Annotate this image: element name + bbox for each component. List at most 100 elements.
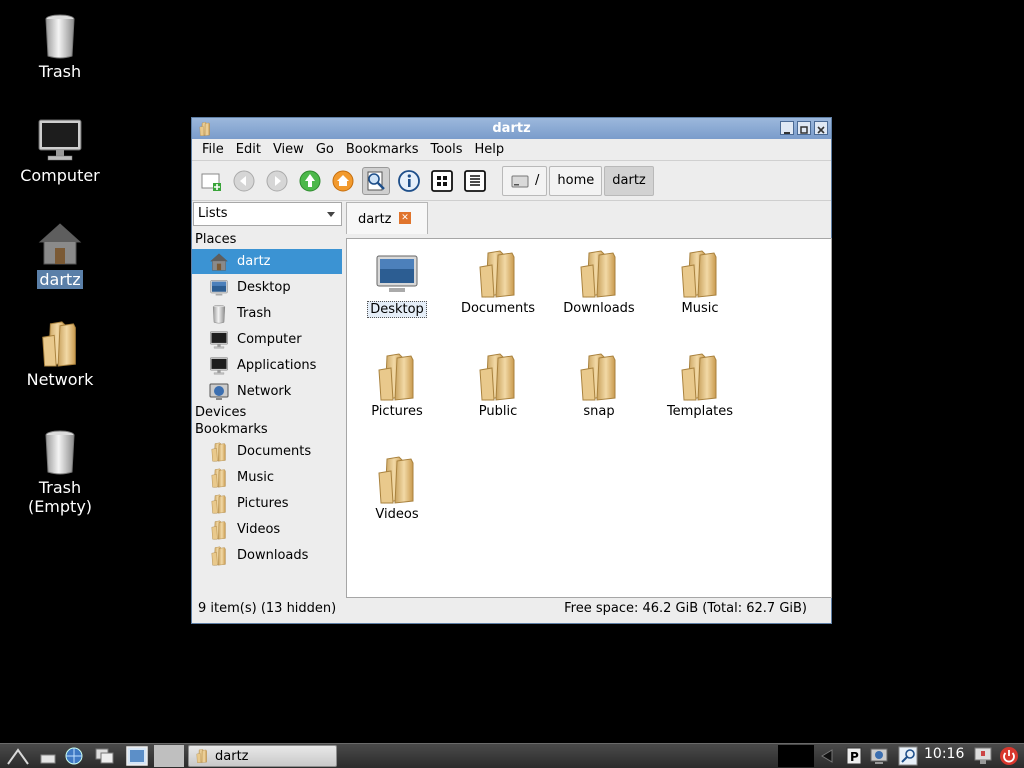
home-button[interactable] [329, 167, 357, 195]
menu-tools[interactable]: Tools [424, 142, 468, 157]
folder-icon [474, 249, 522, 299]
minimize-icon [784, 132, 790, 134]
menu-view[interactable]: View [267, 142, 310, 157]
file-item-public[interactable]: Public [448, 352, 548, 419]
sidebar-item-applications[interactable]: Applications [192, 353, 342, 378]
folder-icon [195, 748, 209, 764]
sidebar-item-label: Network [237, 384, 292, 399]
file-item-videos[interactable]: Videos [347, 455, 447, 522]
folder-icon [209, 442, 229, 462]
desktop-icon-label: Trash [38, 62, 82, 81]
drive-icon [511, 175, 529, 187]
sidebar-item-label: Music [237, 470, 274, 485]
path-button-dartz[interactable]: dartz [604, 165, 654, 196]
path-button-root[interactable]: / [502, 165, 548, 196]
monitor-lock-icon [974, 747, 992, 764]
menu-go[interactable]: Go [310, 142, 340, 157]
web-browser-launcher[interactable] [62, 745, 86, 767]
list-view-button[interactable] [461, 167, 489, 195]
tray-p-button[interactable]: P [844, 745, 864, 767]
sidebar-item-label: Videos [237, 522, 281, 537]
start-menu-button[interactable] [4, 745, 32, 767]
menu-bar: File Edit View Go Bookmarks Tools Help [192, 139, 831, 161]
sidebar-item-bookmark-videos[interactable]: Videos [192, 517, 342, 542]
sidebar-item-computer[interactable]: Computer [192, 327, 342, 352]
sidebar-item-desktop[interactable]: Desktop [192, 275, 342, 300]
workspace-pager[interactable] [154, 745, 184, 767]
search-button[interactable] [362, 166, 390, 195]
applications-icon [209, 356, 229, 376]
path-button-home[interactable]: home [549, 165, 603, 196]
desktop-icon-home[interactable]: dartz [10, 220, 110, 289]
sidebar-item-trash[interactable]: Trash [192, 301, 342, 326]
forward-button[interactable] [263, 167, 291, 195]
close-button[interactable] [814, 121, 828, 135]
search-tray-button[interactable] [896, 745, 920, 767]
up-button[interactable] [296, 167, 324, 195]
windows-icon [95, 748, 114, 764]
volume-button[interactable] [818, 745, 842, 767]
menu-edit[interactable]: Edit [230, 142, 267, 157]
file-manager-window: dartz File Edit View Go Bookmarks Tools … [191, 117, 832, 624]
desktop-icon-trash-empty[interactable]: Trash (Empty) [10, 428, 110, 516]
show-desktop-button[interactable] [124, 745, 150, 767]
file-item-music[interactable]: Music [650, 249, 750, 316]
tab-dartz[interactable]: dartz ✕ [346, 202, 428, 234]
new-tab-button[interactable] [197, 167, 225, 195]
taskbar-window-dartz[interactable]: dartz [188, 745, 337, 767]
file-item-templates[interactable]: Templates [650, 352, 750, 419]
file-item-pictures[interactable]: Pictures [347, 352, 447, 419]
side-pane-mode-value: Lists [198, 206, 228, 221]
folder-icon [474, 352, 522, 402]
icon-view-button[interactable] [428, 167, 456, 195]
file-item-label: Templates [666, 404, 734, 419]
file-manager-launcher[interactable] [36, 745, 60, 767]
window-title: dartz [492, 121, 531, 136]
forward-icon [266, 170, 288, 191]
sidebar-item-bookmark-pictures[interactable]: Pictures [192, 491, 342, 516]
sidebar-item-dartz[interactable]: dartz [192, 249, 342, 274]
sidebar-item-bookmark-music[interactable]: Music [192, 465, 342, 490]
sidebar-item-bookmark-downloads[interactable]: Downloads [192, 543, 342, 568]
file-item-label: Downloads [563, 301, 635, 316]
file-item-downloads[interactable]: Downloads [549, 249, 649, 316]
magnifier-icon [898, 746, 918, 766]
network-status-button[interactable] [868, 745, 892, 767]
file-item-documents[interactable]: Documents [448, 249, 548, 316]
sidebar-item-bookmark-documents[interactable]: Documents [192, 439, 342, 464]
desktop-icon-trash[interactable]: Trash [10, 12, 110, 81]
lock-screen-button[interactable] [972, 745, 994, 767]
places-header: Places [195, 232, 237, 247]
folder-icon [209, 546, 229, 566]
file-item-desktop[interactable]: Desktop [347, 249, 447, 318]
network-icon [209, 383, 229, 400]
back-button[interactable] [230, 167, 258, 195]
window-titlebar[interactable]: dartz [192, 118, 831, 139]
desktop-icon-label: Computer [20, 166, 100, 185]
power-icon [1000, 747, 1018, 765]
logout-button[interactable] [998, 745, 1020, 767]
status-free-space: Free space: 46.2 GiB (Total: 62.7 GiB) [564, 601, 807, 616]
home-folder-icon [36, 220, 84, 268]
file-item-snap[interactable]: snap [549, 352, 649, 419]
desktop-icon-network[interactable]: Network [10, 320, 110, 389]
folder-icon [209, 468, 229, 488]
minimize-button[interactable] [780, 121, 794, 135]
sidebar-item-label: Pictures [237, 496, 289, 511]
sidebar-item-network[interactable]: Network [192, 379, 342, 404]
window-switcher-button[interactable] [92, 745, 118, 767]
side-pane-mode-select[interactable]: Lists [193, 202, 342, 226]
search-icon [367, 171, 385, 190]
close-tab-icon[interactable]: ✕ [399, 212, 411, 224]
menu-bookmarks[interactable]: Bookmarks [340, 142, 425, 157]
folder-icon [198, 121, 212, 137]
sidebar-item-label: Downloads [237, 548, 309, 563]
desktop-icon-computer[interactable]: Computer [10, 116, 110, 185]
info-button[interactable] [395, 167, 423, 195]
status-bar: 9 item(s) (13 hidden) Free space: 46.2 G… [192, 600, 831, 622]
path-root-label: / [535, 173, 540, 188]
maximize-button[interactable] [797, 121, 811, 135]
menu-help[interactable]: Help [469, 142, 511, 157]
menu-file[interactable]: File [196, 142, 230, 157]
clock[interactable]: 10:16 [924, 746, 964, 762]
